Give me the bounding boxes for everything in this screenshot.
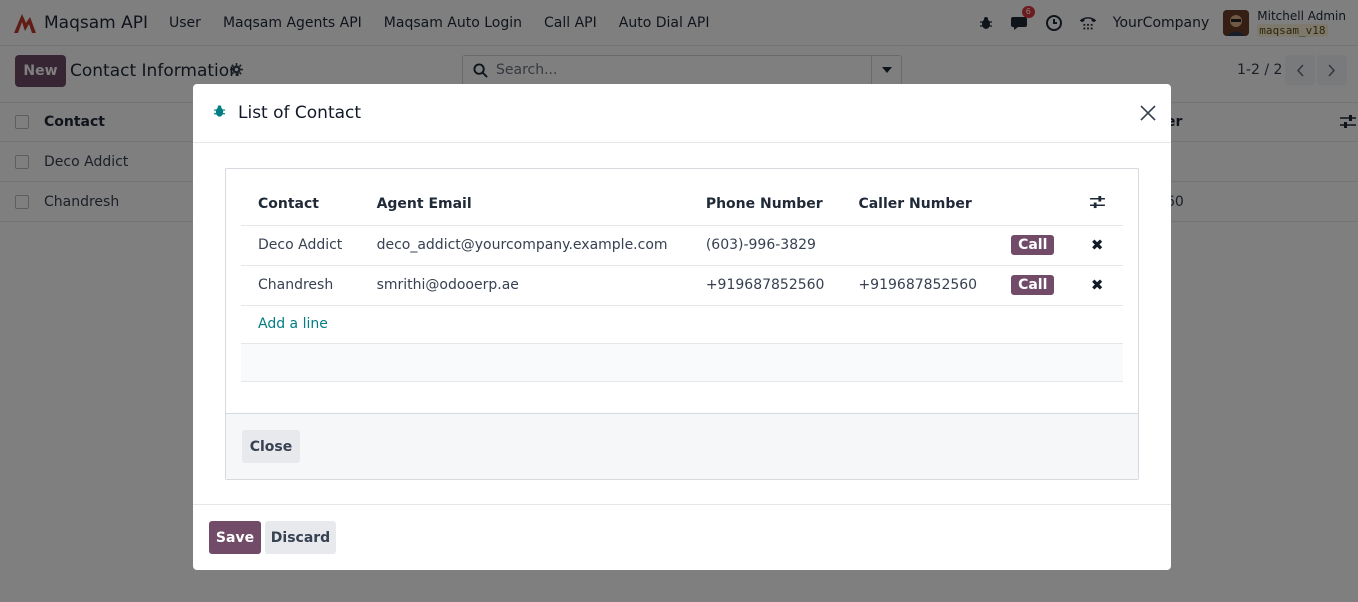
cell-caller-number[interactable] xyxy=(841,225,995,266)
dialog: List of Contact Contact Agent Email Phon… xyxy=(193,84,1171,570)
close-button[interactable]: Close xyxy=(242,430,300,463)
delete-row-icon[interactable]: ✖ xyxy=(1091,276,1104,294)
cell-caller-number[interactable]: +919687852560 xyxy=(841,265,995,306)
cell-contact[interactable]: Deco Addict xyxy=(241,225,360,266)
embedded-form-footer: Close xyxy=(226,413,1138,479)
save-button[interactable]: Save xyxy=(209,521,261,554)
call-button[interactable]: Call xyxy=(1011,235,1055,255)
column-header-contact[interactable]: Contact xyxy=(241,184,360,226)
add-line-row: Add a line xyxy=(241,305,1123,344)
dialog-title: List of Contact xyxy=(238,103,362,123)
empty-row xyxy=(241,343,1123,382)
cell-delete: ✖ xyxy=(1071,265,1123,306)
discard-button[interactable]: Discard xyxy=(265,521,336,554)
cell-phone-number[interactable]: +919687852560 xyxy=(688,265,842,306)
bug-icon xyxy=(213,104,226,122)
sliders-icon xyxy=(1089,195,1105,208)
call-button[interactable]: Call xyxy=(1011,275,1055,295)
table-row[interactable]: Deco Addict deco_addict@yourcompany.exam… xyxy=(241,225,1123,266)
contact-table: Contact Agent Email Phone Number Caller … xyxy=(241,184,1123,382)
table-row[interactable]: Chandresh smrithi@odooerp.ae +9196878525… xyxy=(241,265,1123,306)
column-header-agent-email[interactable]: Agent Email xyxy=(359,184,689,226)
close-icon[interactable] xyxy=(1139,104,1157,122)
column-header-phone-number[interactable]: Phone Number xyxy=(688,184,842,226)
optional-columns-toggle[interactable] xyxy=(1071,184,1123,226)
dialog-header: List of Contact xyxy=(193,84,1171,143)
cell-contact[interactable]: Chandresh xyxy=(241,265,360,306)
cell-call: Call xyxy=(994,225,1072,266)
cell-phone-number[interactable]: (603)-996-3829 xyxy=(688,225,842,266)
cell-call: Call xyxy=(994,265,1072,306)
embedded-form: Contact Agent Email Phone Number Caller … xyxy=(225,168,1139,480)
dialog-footer: Save Discard xyxy=(193,504,1171,570)
cell-agent-email[interactable]: deco_addict@yourcompany.example.com xyxy=(359,225,689,266)
add-line-link[interactable]: Add a line xyxy=(258,316,328,332)
column-header-call xyxy=(994,184,1072,226)
delete-row-icon[interactable]: ✖ xyxy=(1091,236,1104,254)
table-header: Contact Agent Email Phone Number Caller … xyxy=(241,184,1123,226)
cell-delete: ✖ xyxy=(1071,225,1123,266)
dialog-body: Contact Agent Email Phone Number Caller … xyxy=(193,143,1171,504)
column-header-caller-number[interactable]: Caller Number xyxy=(841,184,995,226)
cell-agent-email[interactable]: smrithi@odooerp.ae xyxy=(359,265,689,306)
